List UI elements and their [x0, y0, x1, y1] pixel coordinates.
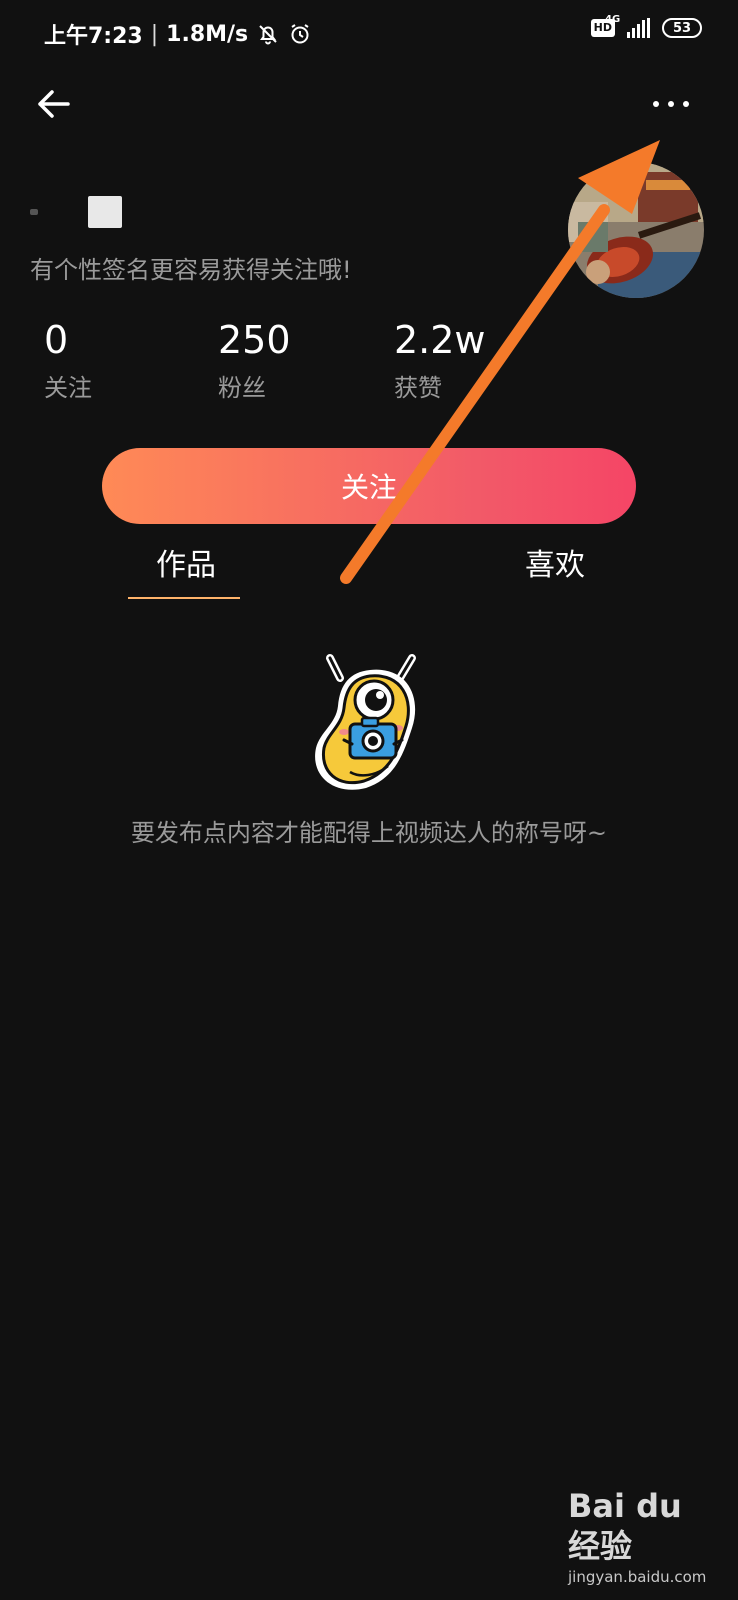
- signal-icon: 4G: [605, 14, 650, 38]
- arrow-left-icon: [38, 90, 70, 118]
- mascot-camera-icon: [300, 648, 436, 796]
- alarm-clock-icon: [288, 22, 312, 46]
- baidu-watermark: Bai du 经验 jingyan.baidu.com: [568, 1486, 718, 1586]
- stat-value: 2.2w: [394, 318, 486, 362]
- battery-icon: 53: [662, 18, 702, 38]
- mute-bell-icon: [256, 22, 280, 46]
- stat-label: 粉丝: [218, 374, 266, 402]
- stat-fans[interactable]: 250 粉丝: [218, 318, 291, 403]
- battery-level: 53: [672, 20, 692, 36]
- status-net-speed: 1.8M/s: [166, 21, 249, 47]
- stat-label: 获赞: [394, 374, 442, 402]
- avatar-image: [568, 162, 704, 298]
- status-time: 上午7:23: [44, 24, 143, 49]
- stat-value: 0: [44, 318, 69, 362]
- stat-likes[interactable]: 2.2w 获赞: [394, 318, 486, 403]
- watermark-logo: Bai du 经验: [568, 1487, 682, 1565]
- tab-likes[interactable]: 喜欢: [525, 540, 585, 584]
- follow-button[interactable]: 关注: [102, 448, 636, 524]
- profile-stats: 0 关注 250 粉丝 2.2w 获赞: [44, 318, 604, 408]
- stat-following[interactable]: 0 关注: [44, 318, 92, 403]
- network-type: 4G: [605, 14, 621, 25]
- tab-works[interactable]: 作品: [156, 540, 216, 584]
- tab-active-indicator: [128, 597, 240, 599]
- watermark-url: jingyan.baidu.com: [568, 1568, 707, 1586]
- more-dot: [653, 101, 659, 107]
- more-dot: [683, 101, 689, 107]
- avatar[interactable]: [568, 162, 704, 298]
- more-dot: [668, 101, 674, 107]
- back-button[interactable]: [34, 84, 74, 124]
- empty-state-text: 要发布点内容才能配得上视频达人的称号呀~: [130, 819, 608, 847]
- profile-signature: 有个性签名更容易获得关注哦!: [30, 256, 352, 284]
- name-smudge: [30, 209, 38, 215]
- name-block: [88, 196, 122, 228]
- status-separator: |: [150, 21, 159, 47]
- stat-value: 250: [218, 318, 291, 362]
- stat-label: 关注: [44, 374, 92, 402]
- status-bar: 上午7:23 | 1.8M/s HD 4G 53: [0, 0, 738, 64]
- username-obscured: [30, 196, 122, 228]
- status-left: 上午7:23 | 1.8M/s: [44, 18, 312, 50]
- profile-screen: 上午7:23 | 1.8M/s HD 4G 53 有个性签名更容易获得关注哦! …: [0, 0, 738, 1600]
- more-button[interactable]: [644, 86, 698, 122]
- status-right: HD 4G 53: [590, 14, 702, 38]
